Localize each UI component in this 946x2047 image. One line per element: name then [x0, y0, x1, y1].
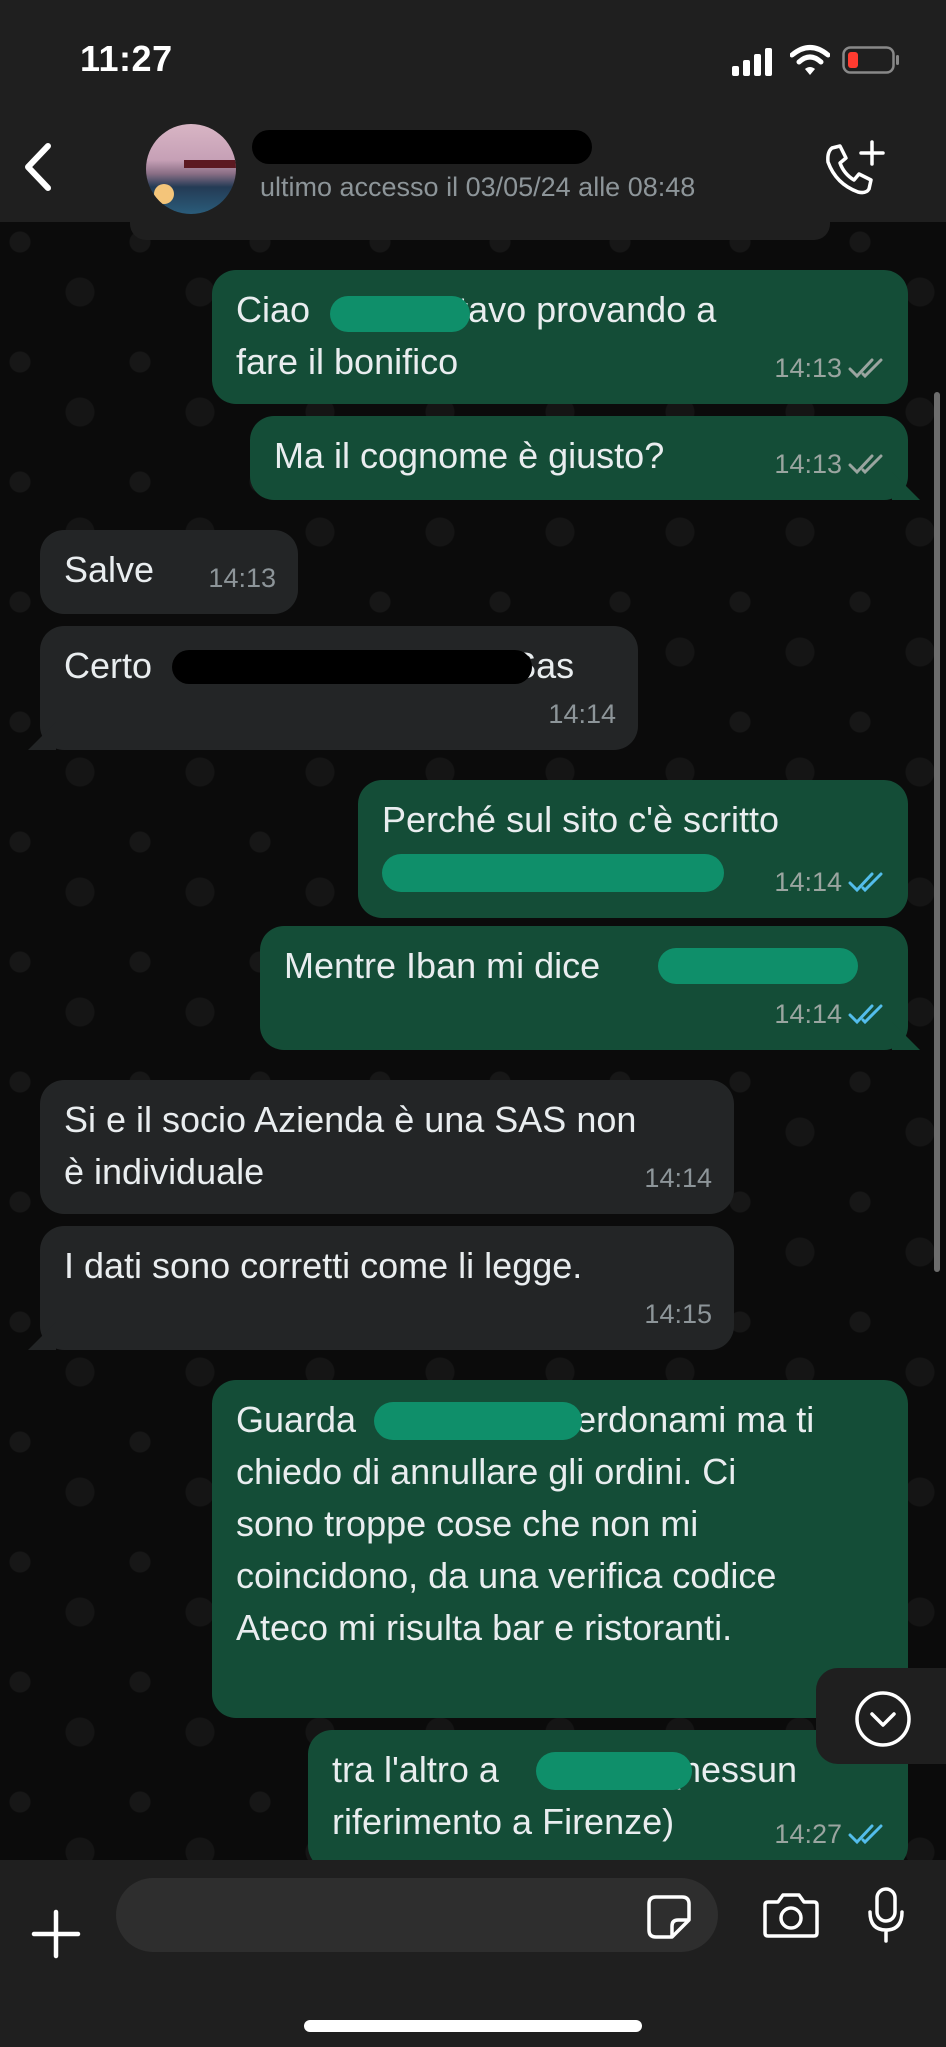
back-arrow-icon[interactable] [16, 140, 60, 194]
message-time: 14:13 [208, 563, 276, 593]
message-incoming[interactable]: I dati sono corretti come li legge. 14:1… [28, 1226, 734, 1350]
message-outgoing[interactable]: Guarda perdonami ma ti chiedo di annulla… [212, 1380, 920, 1718]
message-outgoing[interactable]: Mentre Iban mi dice 14:14 [260, 926, 920, 1050]
signal-icon [732, 48, 772, 76]
contact-name-redacted[interactable] [252, 130, 592, 164]
redaction [330, 296, 470, 332]
message-input[interactable] [116, 1878, 718, 1952]
chat-area[interactable]: Ciao , stavo provando a fare il bonifico… [0, 222, 946, 1860]
redaction [536, 1752, 692, 1790]
message-time: 14:13 [774, 353, 842, 383]
message-outgoing[interactable]: Perché sul sito c'è scritto 14:14 [358, 780, 908, 918]
double-tick-icon [848, 454, 883, 475]
status-bar: 11:27 [0, 0, 946, 110]
scroll-to-bottom-button[interactable] [816, 1668, 946, 1764]
double-tick-blue-icon [848, 1824, 883, 1845]
message-incoming[interactable]: Certo Sas 14:14 [28, 626, 638, 750]
wifi-icon [790, 45, 830, 75]
battery-icon [842, 46, 899, 74]
redaction [172, 650, 532, 684]
add-call-icon[interactable] [822, 140, 886, 198]
message-time: 14:14 [774, 999, 842, 1029]
home-indicator [304, 2020, 642, 2032]
message-time: 14:13 [774, 449, 842, 479]
message-time: 14:15 [644, 1299, 712, 1329]
status-time: 11:27 [80, 38, 173, 79]
sticker-icon[interactable] [646, 1894, 692, 1940]
message-text: I dati sono corretti come li legge. [64, 1245, 583, 1286]
message-time: 14:14 [644, 1163, 712, 1193]
redaction [382, 854, 724, 892]
redaction [658, 948, 858, 984]
scrollbar[interactable] [934, 392, 940, 1272]
message-text: Perché sul sito c'è scritto [382, 799, 780, 840]
message-time: 14:27 [774, 1819, 842, 1849]
message-time: 14:14 [548, 699, 616, 729]
double-tick-blue-icon [848, 872, 883, 893]
message-outgoing[interactable]: Ma il cognome è giusto? 14:13 [250, 416, 920, 500]
message-outgoing[interactable]: Ciao , stavo provando a fare il bonifico… [212, 270, 908, 404]
plus-icon[interactable] [30, 1908, 82, 1960]
message-incoming[interactable]: Si e il socio Azienda è una SAS non è in… [40, 1080, 734, 1214]
double-tick-blue-icon [848, 1004, 883, 1025]
camera-icon[interactable] [762, 1890, 820, 1940]
double-tick-icon [848, 358, 883, 379]
message-time: 14:14 [774, 867, 842, 897]
chevron-down-icon [855, 1691, 911, 1747]
last-seen-text: ultimo accesso il 03/05/24 alle 08:48 [260, 172, 696, 202]
contact-avatar[interactable] [146, 124, 236, 214]
redaction [374, 1402, 582, 1440]
message-text: Si e il socio Azienda è una SAS non è in… [64, 1099, 637, 1192]
chat-header: ultimo accesso il 03/05/24 alle 08:48 [0, 110, 946, 222]
message-incoming[interactable]: Salve 14:13 [40, 530, 298, 614]
message-input-bar [0, 1860, 946, 2047]
microphone-icon[interactable] [866, 1886, 906, 1944]
